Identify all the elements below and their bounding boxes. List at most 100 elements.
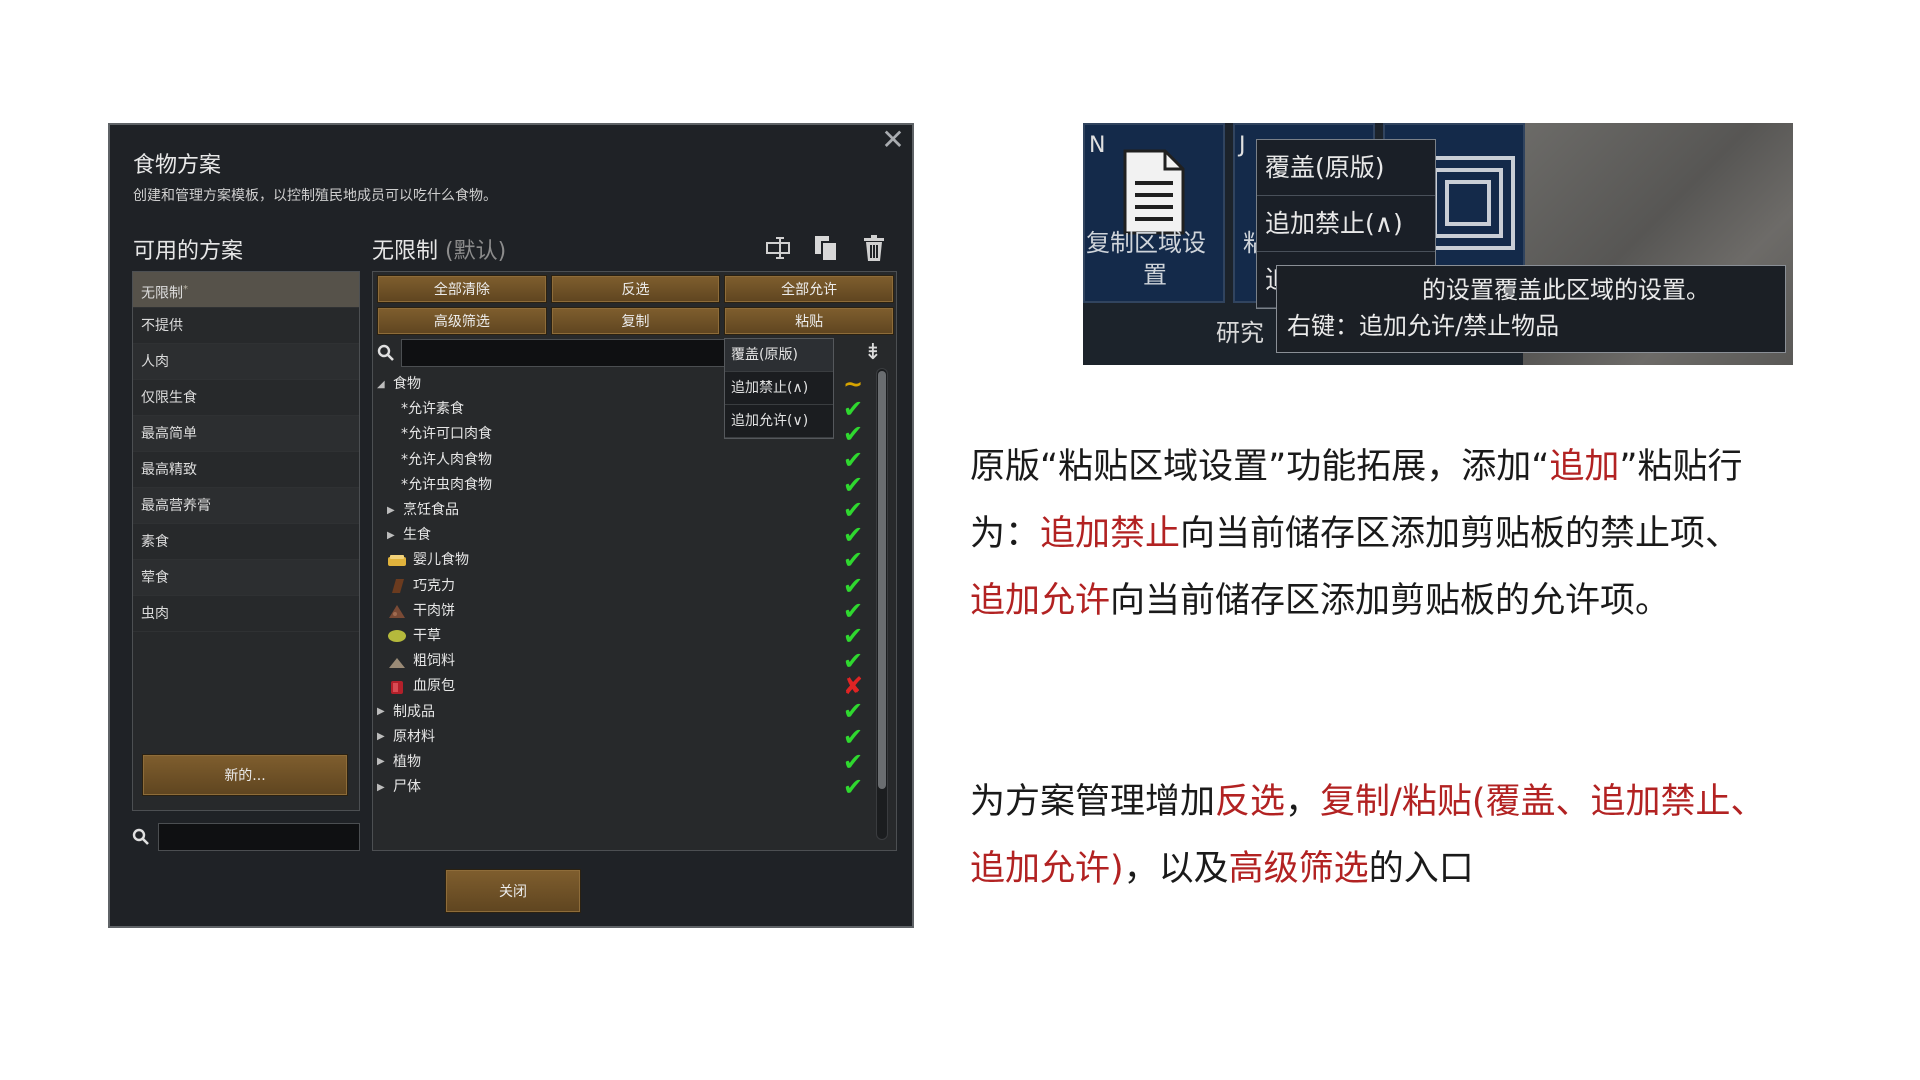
check-icon[interactable]: ✔ [841, 548, 865, 573]
desc-highlight: 反选 [1215, 782, 1286, 822]
menu-append-forbid-item[interactable]: 追加禁止(∧) [1257, 196, 1435, 252]
plan-item[interactable]: 最高营养膏 [133, 488, 359, 524]
hotkey-letter: J [1239, 133, 1246, 158]
paste-button[interactable]: 粘贴 [724, 307, 894, 335]
tree-row[interactable]: 婴儿食物 ✔ [377, 548, 863, 573]
check-icon[interactable]: ✔ [841, 623, 865, 649]
allow-all-button[interactable]: 全部允许 [724, 275, 894, 303]
tree-row[interactable]: *允许人肉食物 ✔ [377, 447, 863, 473]
invert-button[interactable]: 反选 [550, 275, 721, 303]
tree-row[interactable]: ▶ 烹饪食品 ✔ [377, 497, 863, 523]
search-icon [132, 828, 149, 845]
rename-icon[interactable] [764, 233, 792, 263]
desc-text: 原版“粘贴区域设置”功能拓展，添加“ [970, 447, 1550, 487]
tree-row[interactable]: ▶ 植物 ✔ [377, 749, 863, 775]
check-icon[interactable]: ✔ [841, 422, 865, 447]
plan-item[interactable]: 最高精致 [133, 452, 359, 488]
tree-label: 干肉饼 [413, 602, 455, 619]
check-icon[interactable]: ✔ [841, 447, 865, 473]
plan-item[interactable]: 人肉 [133, 344, 359, 380]
tree-row[interactable]: 粗饲料 ✔ [377, 649, 863, 674]
collapse-all-icon[interactable]: ⇟ [861, 340, 885, 366]
paste-append-forbid-item[interactable]: 追加禁止(∧) [725, 372, 833, 405]
paste-overwrite-item[interactable]: 覆盖(原版) [725, 339, 833, 372]
hay-icon [388, 630, 406, 643]
scrollbar-thumb[interactable] [878, 371, 886, 789]
expand-arrow-icon[interactable]: ▶ [387, 505, 399, 517]
tree-label: 食物 [393, 376, 421, 393]
plan-item[interactable]: 虫肉 [133, 596, 359, 632]
expand-arrow-icon[interactable]: ▶ [377, 731, 389, 743]
baby-food-icon [388, 554, 406, 566]
paste-append-allow-item[interactable]: 追加允许(∨) [725, 405, 833, 438]
check-icon[interactable]: ✔ [841, 724, 865, 750]
plan-search [132, 822, 360, 852]
menu-overwrite-item[interactable]: 覆盖(原版) [1257, 140, 1435, 196]
research-tab-label[interactable]: 研究 [1216, 313, 1264, 348]
plan-search-input[interactable] [158, 823, 360, 851]
partial-icon[interactable]: ~ [841, 372, 865, 397]
paste-menu: 覆盖(原版) 追加禁止(∧) 追加允许(∨) [724, 338, 834, 439]
filter-panel: 全部清除 反选 全部允许 高级筛选 复制 粘贴 ⇟ ◢ 食物 ~ *允许素食 ✔ *允… [372, 271, 897, 851]
tree-label: *允许虫肉食物 [401, 476, 492, 493]
copy-tile-label-line2: 置 [1143, 261, 1167, 289]
tree-row[interactable]: 干肉饼 ✔ [377, 598, 863, 624]
desc-highlight: 高级筛选 [1228, 849, 1369, 889]
copy-icon[interactable] [812, 233, 840, 263]
plan-item[interactable]: 不提供 [133, 308, 359, 344]
default-marker: * [183, 284, 188, 295]
tree-label: *允许可口肉食 [401, 426, 492, 443]
tree-label: 血原包 [413, 678, 455, 695]
current-plan-name: 无限制 [372, 239, 439, 264]
desc-text: ， [1285, 782, 1321, 822]
trash-icon[interactable] [860, 233, 888, 263]
tree-row[interactable]: 巧克力 ✔ [377, 573, 863, 599]
tree-row[interactable]: ▶ 生食 ✔ [377, 523, 863, 548]
paste-tooltip: 的设置覆盖此区域的设置。 右键：追加允许/禁止物品 [1276, 265, 1786, 353]
tree-row[interactable]: ▶ 尸体 ✔ [377, 775, 863, 800]
close-icon[interactable]: ✕ [878, 125, 908, 155]
chocolate-icon [392, 579, 404, 594]
new-plan-button[interactable]: 新的... [142, 754, 348, 796]
check-icon[interactable]: ✔ [841, 598, 865, 624]
plan-item[interactable]: 素食 [133, 524, 359, 560]
plan-item[interactable]: 仅限生食 [133, 380, 359, 416]
desc-text: ，以及 [1123, 849, 1229, 889]
feature-description-plans: 为方案管理增加反选，复制/粘贴(覆盖、追加禁止、追加允许)，以及高级筛选的入口 [970, 769, 1770, 903]
plan-item[interactable]: 荤食 [133, 560, 359, 596]
check-icon[interactable]: ✔ [841, 775, 865, 800]
tree-row[interactable]: ▶ 制成品 ✔ [377, 699, 863, 724]
clear-all-button[interactable]: 全部清除 [377, 275, 547, 303]
check-icon[interactable]: ✔ [841, 523, 865, 548]
tree-row[interactable]: 干草 ✔ [377, 623, 863, 649]
expand-arrow-icon[interactable]: ▶ [377, 756, 389, 768]
tree-row[interactable]: ▶ 原材料 ✔ [377, 724, 863, 750]
check-icon[interactable]: ✔ [841, 573, 865, 599]
check-icon[interactable]: ✔ [841, 699, 865, 724]
expand-arrow-icon[interactable]: ◢ [377, 379, 389, 391]
copy-button[interactable]: 复制 [550, 307, 721, 335]
plan-item[interactable]: 无限制* [133, 272, 359, 308]
cross-icon[interactable]: ✘ [841, 674, 865, 699]
check-icon[interactable]: ✔ [841, 397, 865, 422]
tree-search-input[interactable] [401, 339, 741, 367]
tree-scrollbar[interactable] [876, 368, 888, 840]
advanced-filter-button[interactable]: 高级筛选 [377, 307, 547, 335]
expand-arrow-icon[interactable]: ▶ [377, 706, 389, 718]
expand-arrow-icon[interactable]: ▶ [387, 530, 399, 542]
check-icon[interactable]: ✔ [841, 749, 865, 775]
kibble-icon [389, 657, 405, 668]
available-plans-label: 可用的方案 [133, 239, 244, 264]
desc-highlight: 追加 [1549, 447, 1620, 487]
current-plan-default-tag: (默认) [445, 239, 507, 264]
tree-row[interactable]: 血原包 ✘ [377, 674, 863, 699]
plan-item[interactable]: 最高简单 [133, 416, 359, 452]
current-plan-title[interactable]: 无限制 (默认) [372, 233, 506, 265]
close-button[interactable]: 关闭 [445, 869, 581, 913]
tree-row[interactable]: *允许虫肉食物 ✔ [377, 472, 863, 498]
check-icon[interactable]: ✔ [841, 472, 865, 498]
check-icon[interactable]: ✔ [841, 497, 865, 523]
expand-arrow-icon[interactable]: ▶ [377, 782, 389, 794]
check-icon[interactable]: ✔ [841, 649, 865, 674]
tree-label: 生食 [403, 527, 431, 544]
